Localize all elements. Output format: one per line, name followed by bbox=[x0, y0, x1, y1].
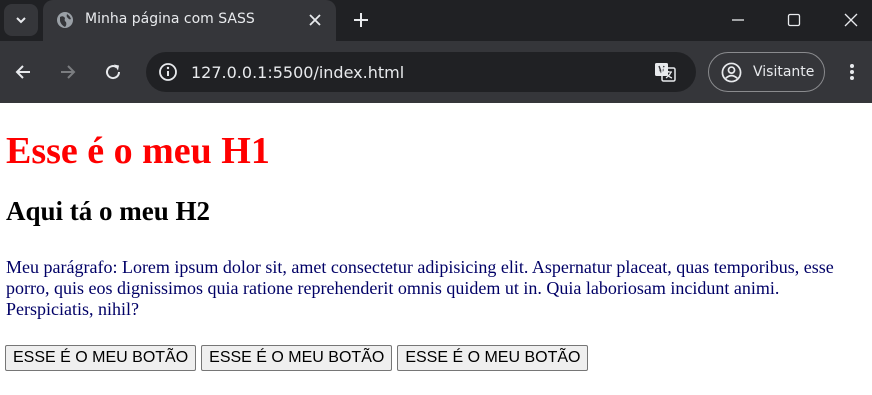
minimize-button[interactable] bbox=[727, 9, 749, 31]
globe-icon bbox=[57, 12, 73, 28]
back-button[interactable] bbox=[11, 60, 35, 84]
page-heading-h1: Esse é o meu H1 bbox=[6, 130, 270, 172]
arrow-right-icon bbox=[61, 65, 76, 79]
page-heading-h2: Aqui tá o meu H2 bbox=[6, 196, 211, 226]
more-vert-icon bbox=[850, 64, 854, 80]
address-bar[interactable]: 127.0.0.1:5500/index.html bbox=[146, 52, 696, 92]
plus-icon bbox=[354, 13, 368, 27]
profile-label: Visitante bbox=[753, 64, 815, 80]
reload-button[interactable] bbox=[101, 60, 125, 84]
page-viewport: Esse é o meu H1 Aqui tá o meu H2 Meu par… bbox=[0, 103, 872, 395]
page-button-2[interactable]: ESSE É O MEU BOTÃO bbox=[201, 345, 393, 371]
maximize-icon bbox=[787, 13, 801, 27]
tab-close-button[interactable] bbox=[305, 10, 325, 30]
tab-strip: Minha página com SASS bbox=[0, 0, 872, 41]
url-text[interactable]: 127.0.0.1:5500/index.html bbox=[191, 63, 404, 82]
arrow-left-icon bbox=[15, 65, 30, 79]
reload-icon bbox=[106, 64, 121, 80]
tab-title: Minha página com SASS bbox=[85, 11, 255, 27]
profile-button[interactable]: Visitante bbox=[708, 52, 825, 92]
active-tab[interactable]: Minha página com SASS bbox=[43, 0, 336, 41]
button-row: ESSE É O MEU BOTÃO ESSE É O MEU BOTÃO ES… bbox=[5, 345, 589, 371]
maximize-button[interactable] bbox=[783, 9, 805, 31]
close-icon bbox=[844, 13, 858, 27]
page-button-1[interactable]: ESSE É O MEU BOTÃO bbox=[5, 345, 197, 371]
new-tab-button[interactable] bbox=[350, 9, 372, 31]
page-button-3[interactable]: ESSE É O MEU BOTÃO bbox=[397, 345, 589, 371]
minimize-icon bbox=[732, 19, 744, 21]
browser-toolbar: 127.0.0.1:5500/index.html Visitante bbox=[0, 41, 872, 103]
window-close-button[interactable] bbox=[840, 9, 862, 31]
info-icon[interactable] bbox=[158, 62, 178, 82]
tab-search-button[interactable] bbox=[4, 4, 38, 36]
forward-button[interactable] bbox=[56, 60, 80, 84]
chevron-down-icon bbox=[16, 17, 26, 24]
account-icon bbox=[721, 62, 742, 83]
page-paragraph: Meu parágrafo: Lorem ipsum dolor sit, am… bbox=[6, 257, 834, 319]
close-icon bbox=[309, 14, 321, 26]
translate-icon[interactable] bbox=[654, 62, 676, 82]
browser-menu-button[interactable] bbox=[842, 61, 862, 83]
